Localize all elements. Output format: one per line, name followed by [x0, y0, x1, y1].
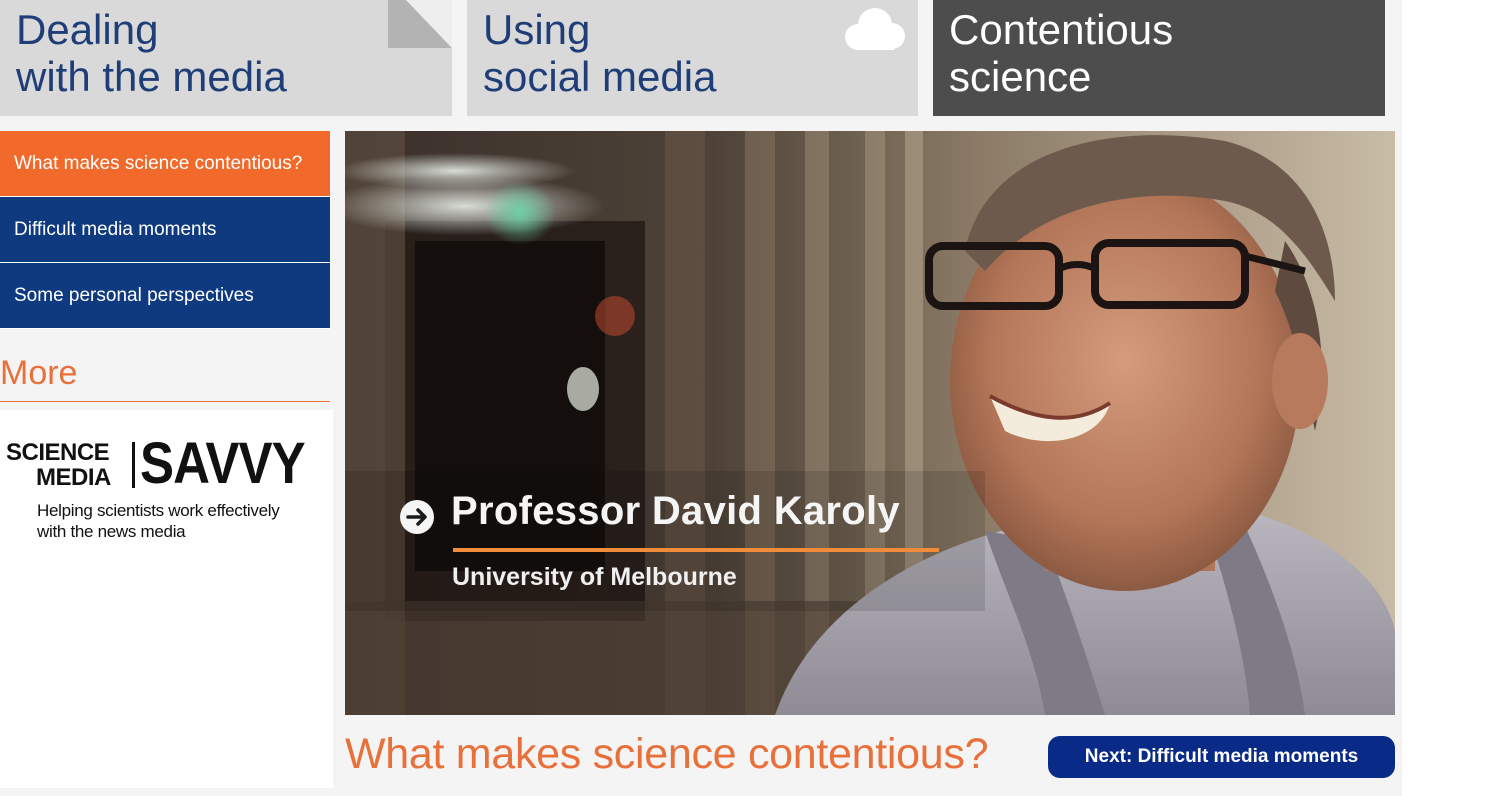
sidebar-item-difficult-media-moments[interactable]: Difficult media moments: [0, 197, 330, 263]
logo-media-text: MEDIA: [36, 464, 111, 491]
video-still-image: [345, 131, 1395, 715]
caption-underline: [453, 548, 939, 552]
tile-title-line1: Contentious: [949, 6, 1174, 53]
tile-title-line2: with the media: [16, 53, 287, 100]
tile-title-line2: social media: [483, 53, 717, 100]
tile-contentious-science[interactable]: Contentious science: [933, 0, 1385, 116]
sidebar-item-what-makes-science-contentious[interactable]: What makes science contentious?: [0, 131, 330, 197]
folded-corner-icon: [388, 0, 452, 48]
logo-savvy-text: SAVVY: [140, 431, 306, 496]
video-player[interactable]: Professor David Karoly University of Mel…: [345, 131, 1395, 715]
logo-tagline-line2: with the news media: [37, 522, 186, 541]
logo-tagline: Helping scientists work effectively with…: [37, 500, 327, 542]
arrow-right-circle-icon: [400, 500, 434, 534]
page-title: What makes science contentious?: [345, 730, 989, 778]
sidebar-item-some-personal-perspectives[interactable]: Some personal perspectives: [0, 263, 330, 329]
tile-title-line1: Dealing: [16, 6, 159, 53]
sidebar-nav: What makes science contentious? Difficul…: [0, 131, 330, 329]
cloud-icon: [845, 8, 905, 50]
caption-affiliation: University of Melbourne: [452, 563, 737, 591]
logo-science-text: SCIENCE: [6, 439, 110, 466]
page: Dealing with the media Using social medi…: [0, 0, 1506, 796]
logo-divider: [132, 442, 135, 488]
logo-tagline-line1: Helping scientists work effectively: [37, 501, 280, 520]
tile-title-line2: science: [949, 53, 1092, 100]
caption-speaker-name: Professor David Karoly: [451, 489, 900, 533]
tile-dealing-with-the-media[interactable]: Dealing with the media: [0, 0, 452, 116]
tile-title-line1: Using: [483, 6, 591, 53]
more-heading: More: [0, 352, 330, 402]
logo-wordmark: SCIENCE MEDIA SAVVY: [6, 434, 326, 494]
tile-using-social-media[interactable]: Using social media: [467, 0, 918, 116]
science-media-savvy-logo[interactable]: SCIENCE MEDIA SAVVY Helping scientists w…: [0, 410, 333, 788]
next-button[interactable]: Next: Difficult media moments: [1048, 736, 1395, 778]
